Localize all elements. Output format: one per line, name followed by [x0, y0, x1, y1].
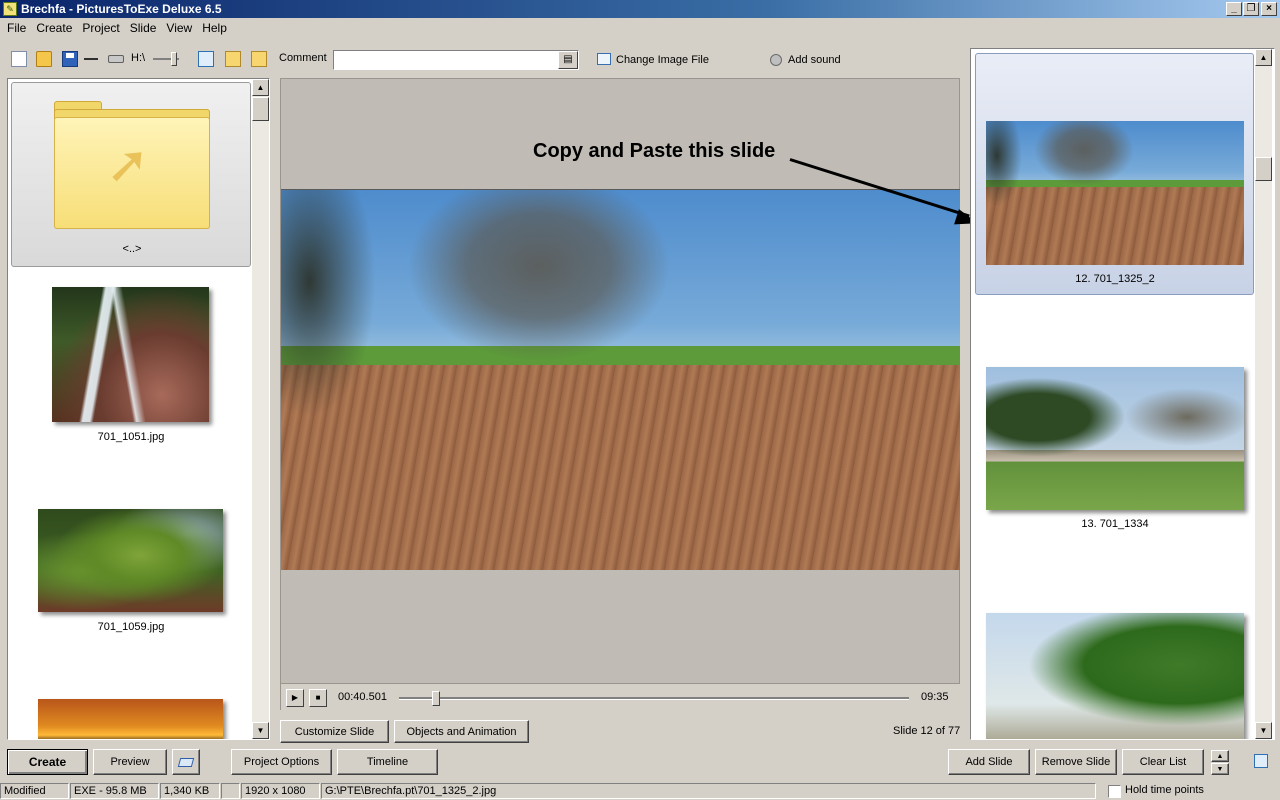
playback-slider[interactable] — [399, 691, 909, 706]
playback-slider-knob[interactable] — [432, 691, 440, 706]
objects-animation-button[interactable]: Objects and Animation — [394, 720, 529, 743]
move-slide-down-button[interactable]: ▼ — [1211, 763, 1229, 775]
menu-create[interactable]: Create — [31, 21, 77, 35]
folder-up-icon[interactable] — [251, 51, 267, 67]
menu-view[interactable]: View — [161, 21, 197, 35]
change-image-button[interactable]: Change Image File — [616, 54, 709, 66]
parent-folder-label: <..> — [122, 243, 142, 255]
window-title: Brechfa - PicturesToExe Deluxe 6.5 — [21, 2, 222, 16]
add-slide-button[interactable]: Add Slide — [948, 749, 1030, 775]
fullscreen-button[interactable] — [172, 749, 200, 775]
slide-tile-selected[interactable]: 12. 701_1325_2 — [975, 53, 1254, 295]
status-state: Modified — [0, 783, 69, 799]
comment-label: Comment — [279, 52, 327, 64]
project-options-button[interactable]: Project Options — [231, 749, 332, 775]
annotation-text: Copy and Paste this slide — [533, 140, 776, 162]
browse-folder-icon[interactable] — [225, 51, 241, 67]
total-time: 09:35 — [921, 691, 949, 703]
menu-bar: File Create Project Slide View Help — [0, 18, 1280, 38]
fullscreen-icon — [177, 757, 195, 767]
preview-button[interactable]: Preview — [93, 749, 167, 775]
status-bar: Modified EXE - 95.8 MB 1,340 KB 1920 x 1… — [0, 783, 1280, 800]
status-path: G:\PTE\Brechfa.pt\701_1325_2.jpg — [321, 783, 1096, 799]
parent-folder-tile[interactable]: ➚ <..> — [11, 82, 251, 267]
slide-thumbnail[interactable] — [986, 613, 1244, 739]
scroll-up-button[interactable]: ▲ — [252, 79, 269, 96]
file-thumbnail[interactable] — [38, 509, 223, 612]
current-time: 00:40.501 — [338, 691, 387, 703]
menu-help[interactable]: Help — [197, 21, 232, 35]
move-slide-up-button[interactable]: ▲ — [1211, 750, 1229, 762]
slide-thumbnail — [986, 121, 1244, 265]
customize-slide-button[interactable]: Customize Slide — [280, 720, 389, 743]
drive-label: H:\ — [131, 52, 146, 64]
close-button[interactable]: × — [1261, 2, 1277, 16]
status-blank — [221, 783, 240, 799]
stop-button[interactable]: ■ — [309, 689, 327, 707]
status-file-size: 1,340 KB — [160, 783, 220, 799]
scroll-thumb[interactable] — [1255, 157, 1272, 181]
preview-image[interactable] — [281, 189, 960, 570]
thumbnail-size-slider[interactable] — [153, 52, 179, 66]
menu-file[interactable]: File — [2, 21, 31, 35]
add-sound-button[interactable]: Add sound — [788, 54, 841, 66]
slide-label: 13. 701_1334 — [1081, 518, 1149, 530]
hold-time-points-checkbox[interactable] — [1108, 785, 1121, 798]
menu-project[interactable]: Project — [77, 21, 124, 35]
drive-icon[interactable] — [108, 55, 124, 63]
minimize-button[interactable]: _ — [1226, 2, 1242, 16]
file-browser-scrollbar[interactable]: ▲ ▼ — [252, 79, 269, 739]
separator-icon — [84, 58, 98, 60]
file-name: 701_1051.jpg — [97, 431, 165, 443]
window-icon[interactable] — [198, 51, 214, 67]
scroll-thumb[interactable] — [252, 97, 269, 121]
file-name: 701_1059.jpg — [97, 621, 165, 633]
remove-slide-button[interactable]: Remove Slide — [1035, 749, 1117, 775]
status-dimensions: 1920 x 1080 — [241, 783, 320, 799]
file-thumbnail[interactable] — [52, 287, 209, 422]
timeline-button[interactable]: Timeline — [337, 749, 438, 775]
scroll-up-button[interactable]: ▲ — [1255, 49, 1272, 66]
slide-list-scrollbar[interactable]: ▲ ▼ — [1255, 49, 1272, 739]
scroll-down-button[interactable]: ▼ — [252, 722, 269, 739]
new-project-icon[interactable] — [11, 51, 27, 67]
comment-input[interactable] — [333, 50, 579, 70]
scroll-down-button[interactable]: ▼ — [1255, 722, 1272, 739]
slide-counter: Slide 12 of 77 — [893, 725, 961, 737]
file-thumbnail[interactable] — [38, 699, 223, 739]
slide-preview: Copy and Paste this slide ▶ ■ 00:40.501 … — [280, 78, 960, 710]
hold-time-points-label: Hold time points — [1125, 784, 1204, 796]
menu-slide[interactable]: Slide — [125, 21, 162, 35]
folder-up-icon: ➚ — [54, 101, 210, 229]
file-browser: ➚ <..> 701_1051.jpg 701_1059.jpg ▲ ▼ — [7, 78, 270, 740]
image-file-icon — [597, 53, 611, 65]
status-exe-size: EXE - 95.8 MB — [70, 783, 159, 799]
save-project-icon[interactable] — [62, 51, 78, 67]
open-project-icon[interactable] — [36, 51, 52, 67]
app-icon: ✎ — [3, 2, 17, 16]
slide-thumbnail[interactable] — [986, 367, 1244, 510]
restore-button[interactable]: ❐ — [1243, 2, 1259, 16]
play-button[interactable]: ▶ — [286, 689, 304, 707]
playback-bar: ▶ ■ 00:40.501 09:35 — [281, 683, 960, 710]
clear-list-button[interactable]: Clear List — [1122, 749, 1204, 775]
slide-list: 12. 701_1325_2 13. 701_1334 ▲ ▼ — [970, 48, 1275, 740]
create-button[interactable]: Create — [7, 749, 88, 775]
window-icon[interactable] — [1254, 754, 1268, 768]
comment-edit-button[interactable]: ▤ — [558, 51, 578, 69]
slide-label: 12. 701_1325_2 — [1075, 273, 1155, 285]
speaker-icon — [770, 54, 782, 66]
title-bar: ✎ Brechfa - PicturesToExe Deluxe 6.5 _ ❐… — [0, 0, 1280, 18]
